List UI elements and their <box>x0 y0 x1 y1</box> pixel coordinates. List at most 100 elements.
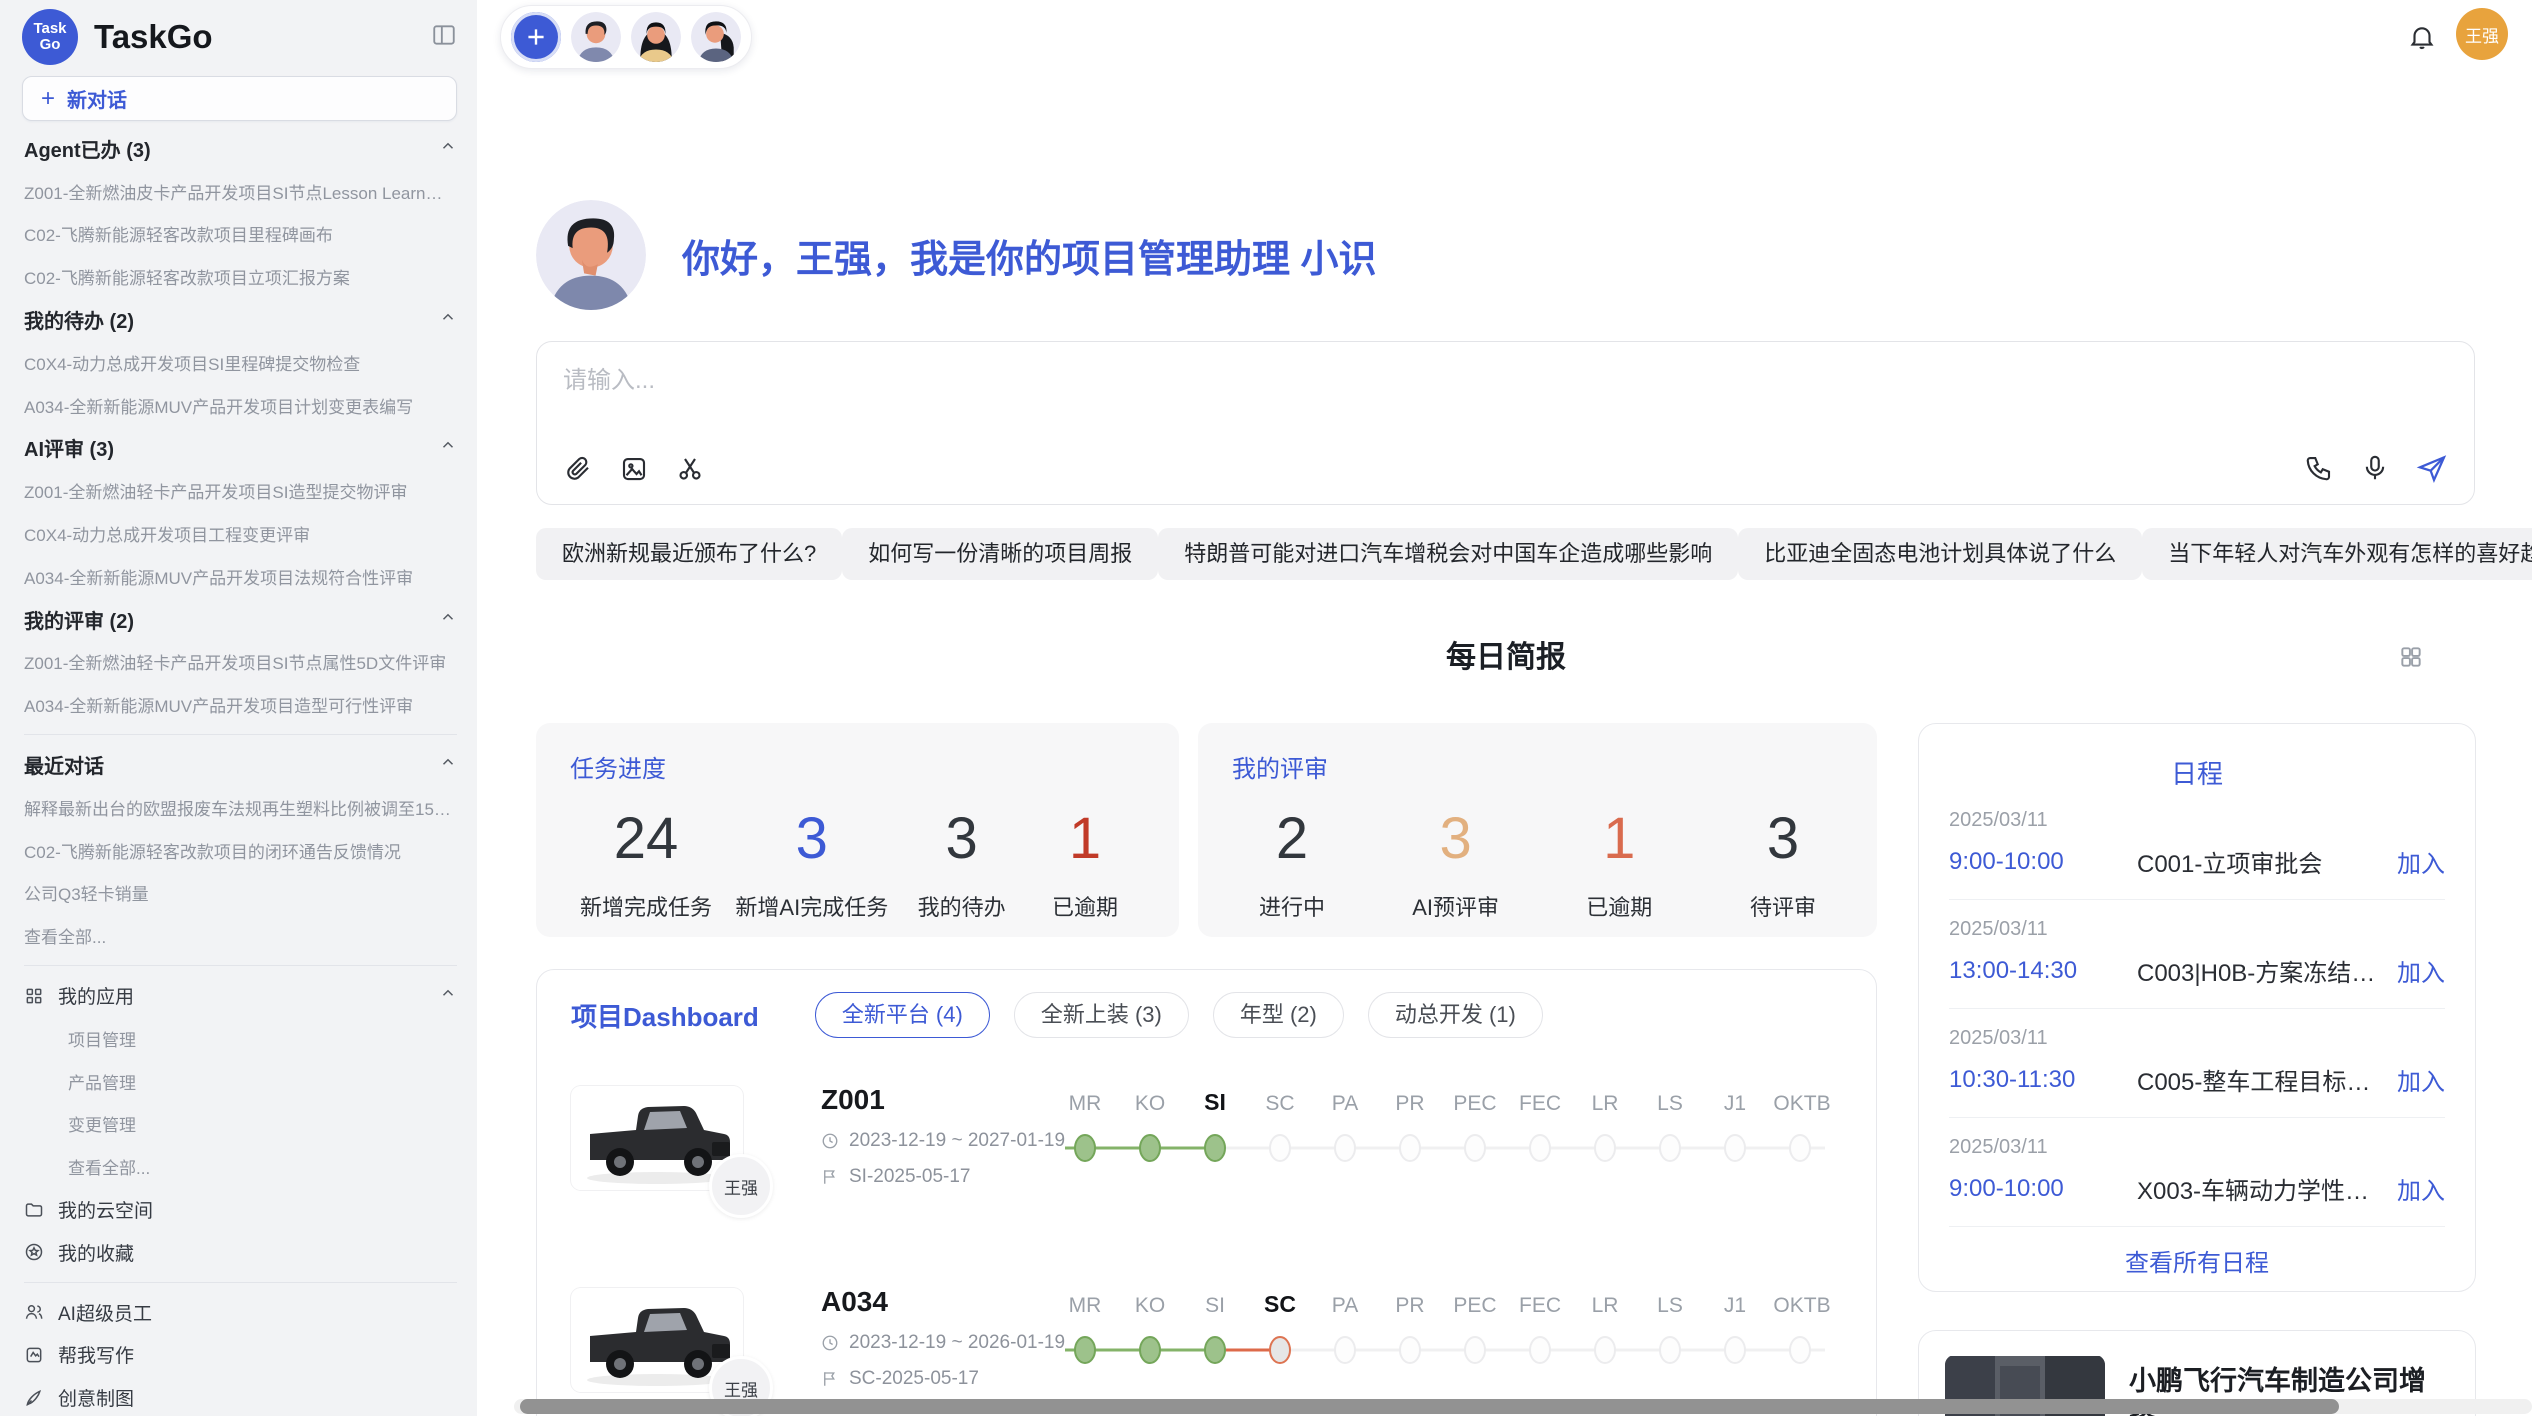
clock-icon <box>821 1132 839 1150</box>
suggestion-chip[interactable]: 特朗普可能对进口汽车增税会对中国车企造成哪些影响 <box>1158 528 1738 580</box>
list-item[interactable]: A034-全新新能源MUV产品开发项目法规符合性评审 <box>24 555 457 598</box>
creative-draw-label: 创意制图 <box>58 1384 134 1411</box>
app-screen: Task Go TaskGo + 新对话 Agent已办 (3) Z001-全新… <box>0 0 2532 1416</box>
stat-in-progress: 2进行中 <box>1242 804 1342 922</box>
schedule-event: 2025/03/11 13:00-14:30 C003|H0B-方案冻结评审 加… <box>1949 900 2445 1009</box>
sidebar-item-project-mgmt[interactable]: 项目管理 <box>24 1017 457 1060</box>
join-link[interactable]: 加入 <box>2397 1062 2445 1097</box>
sidebar-item-product-mgmt[interactable]: 产品管理 <box>24 1060 457 1103</box>
image-icon[interactable] <box>619 454 649 484</box>
chevron-up-icon[interactable] <box>439 308 457 331</box>
chevron-up-icon[interactable] <box>439 436 457 459</box>
milestone-node <box>1400 1337 1420 1363</box>
list-item[interactable]: C02-飞腾新能源轻客改款项目的闭环通告反馈情况 <box>24 829 457 872</box>
my-review-title: 我的评审 <box>1232 749 1843 784</box>
list-item[interactable]: Z001-全新燃油轻卡产品开发项目SI造型提交物评审 <box>24 469 457 512</box>
agent-avatar-2[interactable] <box>631 12 681 62</box>
stat-my-todo: 3我的待办 <box>912 804 1012 922</box>
list-item[interactable]: 解释最新出台的欧盟报废车法规再生塑料比例被调至15%... <box>24 786 457 829</box>
sidebar-item-cloud-space[interactable]: 我的云空间 <box>24 1188 457 1231</box>
event-date: 2025/03/11 <box>1949 809 2445 832</box>
join-link[interactable]: 加入 <box>2397 953 2445 988</box>
filter-powertrain[interactable]: 动总开发 (1) <box>1368 992 1543 1038</box>
event-time: 10:30-11:30 <box>1949 1066 2137 1094</box>
view-all-recent[interactable]: 查看全部... <box>24 914 457 957</box>
phone-icon[interactable] <box>2304 453 2334 483</box>
sidebar-item-help-write[interactable]: 帮我写作 <box>24 1334 457 1377</box>
add-agent-button[interactable] <box>511 12 561 62</box>
sidebar-item-creative-draw[interactable]: 创意制图 <box>24 1376 457 1416</box>
user-avatar[interactable]: 王强 <box>2456 8 2508 60</box>
list-item[interactable]: C0X4-动力总成开发项目SI里程碑提交物检查 <box>24 341 457 384</box>
milestone-node <box>1790 1337 1810 1363</box>
section-header-my-review[interactable]: 我的评审 (2) <box>24 598 457 641</box>
view-all-apps[interactable]: 查看全部... <box>24 1145 457 1188</box>
plus-icon <box>523 24 549 50</box>
svg-text:LS: LS <box>1657 1092 1683 1115</box>
chevron-up-icon[interactable] <box>439 753 457 776</box>
layout-grid-icon[interactable] <box>2398 644 2424 675</box>
message-composer[interactable]: 请输入... <box>536 341 2475 505</box>
chevron-up-icon[interactable] <box>439 608 457 631</box>
event-date: 2025/03/11 <box>1949 918 2445 941</box>
section-header-ai-review[interactable]: AI评审 (3) <box>24 427 457 470</box>
section-header-my-apps[interactable]: 我的应用 <box>24 974 457 1017</box>
section-header-agent-done[interactable]: Agent已办 (3) <box>24 127 457 170</box>
send-icon[interactable] <box>2416 452 2448 484</box>
sidebar-item-change-mgmt[interactable]: 变更管理 <box>24 1103 457 1146</box>
list-item[interactable]: A034-全新新能源MUV产品开发项目计划变更表编写 <box>24 384 457 427</box>
my-review-card: 我的评审 2进行中 3AI预评审 1已逾期 3待评审 <box>1198 723 1877 937</box>
scissors-icon[interactable] <box>675 454 705 484</box>
list-item[interactable]: C02-飞腾新能源轻客改款项目立项汇报方案 <box>24 255 457 298</box>
project-code: A034 <box>821 1286 1071 1318</box>
sidebar: Task Go TaskGo + 新对话 Agent已办 (3) Z001-全新… <box>0 0 477 1416</box>
section-header-my-todo[interactable]: 我的待办 (2) <box>24 298 457 341</box>
project-dashboard-card: 项目Dashboard 全新平台 (4) 全新上装 (3) 年型 (2) 动总开… <box>536 969 1877 1416</box>
project-row-z001[interactable]: 王强 Z001 2023-12-19 ~ 2027-01-19 SI-2025-… <box>571 1082 1842 1240</box>
microphone-icon[interactable] <box>2360 453 2390 483</box>
list-item[interactable]: Z001-全新燃油皮卡产品开发项目SI节点Lesson Learn报告 <box>24 170 457 213</box>
milestone-node <box>1465 1337 1485 1363</box>
list-item[interactable]: Z001-全新燃油轻卡产品开发项目SI节点属性5D文件评审 <box>24 641 457 684</box>
chevron-up-icon[interactable] <box>439 984 457 1007</box>
filter-new-body[interactable]: 全新上装 (3) <box>1014 992 1189 1038</box>
stats-row: 任务进度 24新增完成任务 3新增AI完成任务 3我的待办 1已逾期 我的评审 … <box>536 723 1877 937</box>
filter-model-year[interactable]: 年型 (2) <box>1213 992 1344 1038</box>
milestone-node <box>1595 1337 1615 1363</box>
join-link[interactable]: 加入 <box>2397 1171 2445 1206</box>
horizontal-scrollbar-thumb[interactable] <box>520 1399 2339 1414</box>
collapse-sidebar-icon[interactable] <box>431 22 457 53</box>
notification-bell-icon[interactable] <box>2407 22 2437 57</box>
svg-text:FEC: FEC <box>1519 1092 1561 1115</box>
view-all-schedule-link[interactable]: 查看所有日程 <box>1949 1243 2445 1278</box>
project-milestone-tag: SC-2025-05-17 <box>849 1368 979 1390</box>
briefing-title: 每日简报 <box>536 636 2476 680</box>
schedule-card: 日程 2025/03/11 9:00-10:00 C001-立项审批会 加入 2… <box>1918 723 2476 1292</box>
app-logo: Task Go <box>22 9 78 65</box>
agent-avatar-1[interactable] <box>571 12 621 62</box>
list-item[interactable]: C02-飞腾新能源轻客改款项目里程碑画布 <box>24 213 457 256</box>
agent-avatar-3[interactable] <box>691 12 741 62</box>
sidebar-item-ai-super-staff[interactable]: AI超级员工 <box>24 1291 457 1334</box>
project-milestone-tag: SI-2025-05-17 <box>849 1166 970 1188</box>
list-item[interactable]: 公司Q3轻卡销量 <box>24 872 457 915</box>
suggestion-chip[interactable]: 当下年轻人对汽车外观有怎样的喜好趋势 <box>2142 528 2532 580</box>
horizontal-scrollbar-track[interactable] <box>514 1399 2532 1414</box>
new-chat-button[interactable]: + 新对话 <box>22 76 457 121</box>
section-header-recent-chats[interactable]: 最近对话 <box>24 743 457 786</box>
project-row-a034[interactable]: 王强 A034 2023-12-19 ~ 2026-01-19 SC-2025-… <box>571 1284 1842 1416</box>
suggestion-chip[interactable]: 如何写一份清晰的项目周报 <box>842 528 1158 580</box>
suggestion-chip[interactable]: 比亚迪全固态电池计划具体说了什么 <box>1738 528 2142 580</box>
composer-right-icons <box>2304 452 2448 484</box>
chevron-up-icon[interactable] <box>439 137 457 160</box>
list-item[interactable]: A034-全新新能源MUV产品开发项目造型可行性评审 <box>24 683 457 726</box>
stat-review-overdue: 1已逾期 <box>1569 804 1669 922</box>
attachment-icon[interactable] <box>563 454 593 484</box>
list-item[interactable]: C0X4-动力总成开发项目工程变更评审 <box>24 512 457 555</box>
stat-ai-done: 3新增AI完成任务 <box>735 804 888 922</box>
briefing-header: 每日简报 <box>536 636 2476 680</box>
join-link[interactable]: 加入 <box>2397 844 2445 879</box>
filter-new-platform[interactable]: 全新平台 (4) <box>815 992 990 1038</box>
suggestion-chip[interactable]: 欧洲新规最近颁布了什么? <box>536 528 842 580</box>
sidebar-item-favorites[interactable]: 我的收藏 <box>24 1231 457 1274</box>
